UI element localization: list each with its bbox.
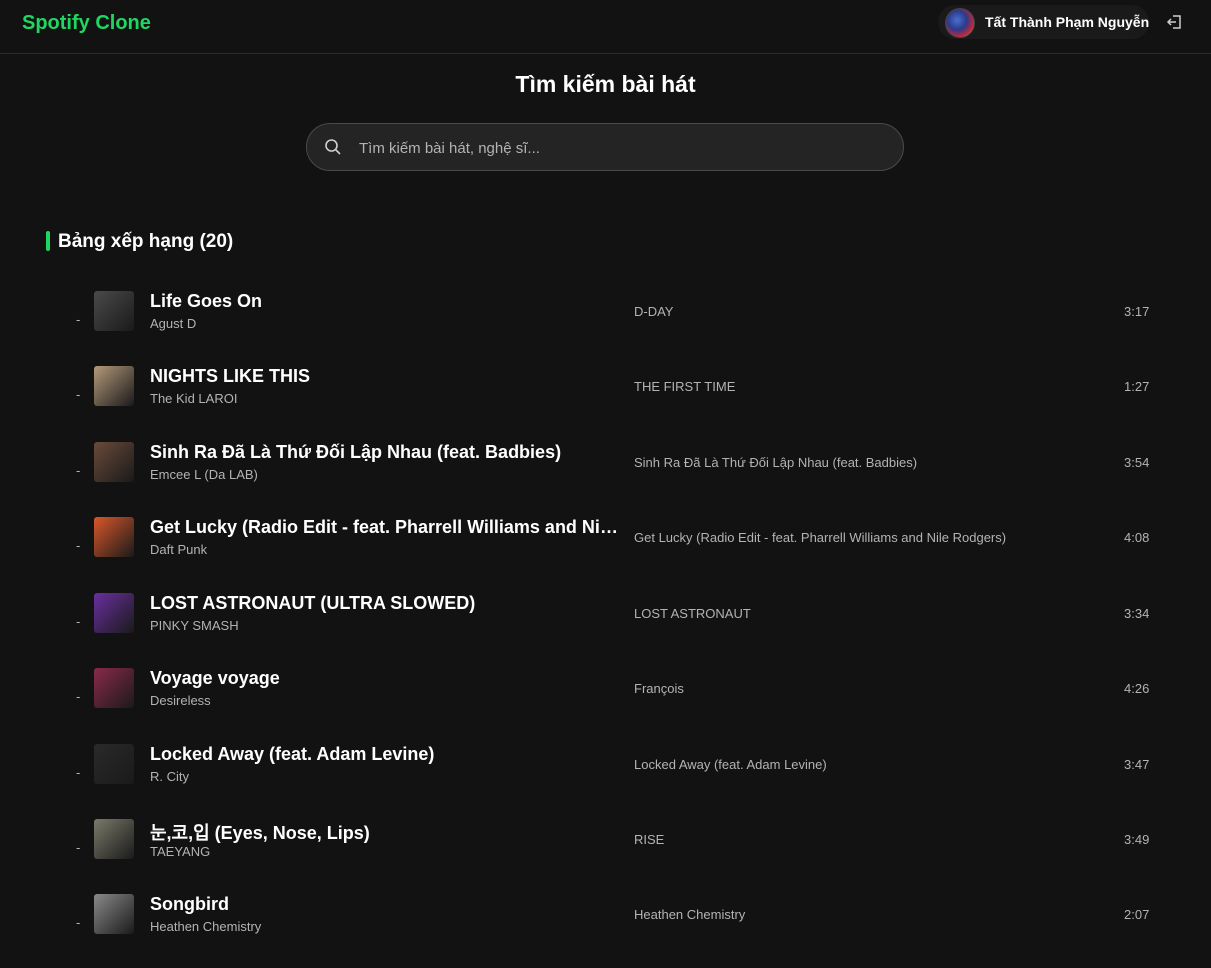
track-album: Get Lucky (Radio Edit - feat. Pharrell W…	[634, 530, 1007, 545]
track-title[interactable]: Locked Away (feat. Adam Levine)	[150, 744, 620, 765]
track-rank: -	[76, 689, 81, 704]
track-row[interactable]: - NIGHTS LIKE THIS The Kid LAROI THE FIRST …	[60, 365, 1170, 440]
track-rank: -	[76, 915, 81, 930]
track-title[interactable]: Songbird	[150, 894, 620, 915]
track-artist[interactable]: Agust D	[150, 316, 196, 331]
track-rank: -	[76, 765, 81, 780]
album-cover	[94, 442, 134, 482]
track-duration: 3:49	[1124, 832, 1150, 847]
track-title[interactable]: Get Lucky (Radio Edit - feat. Pharrell W…	[150, 517, 620, 538]
track-row[interactable]: - LOST ASTRONAUT (ULTRA SLOWED) PINKY SMAS…	[60, 592, 1170, 667]
track-artist[interactable]: PINKY SMASH	[150, 618, 239, 633]
track-artist[interactable]: TAEYANG	[150, 844, 210, 859]
track-title[interactable]: LOST ASTRONAUT (ULTRA SLOWED)	[150, 593, 620, 614]
track-album: Sinh Ra Đã Là Thứ Đối Lập Nhau (feat. Ba…	[634, 455, 918, 470]
brand-logo[interactable]: Spotify Clone	[22, 12, 151, 35]
track-title[interactable]: 눈,코,입 (Eyes, Nose, Lips)	[150, 819, 620, 845]
album-cover	[94, 819, 134, 859]
track-album: François	[634, 681, 684, 696]
track-rank: -	[76, 538, 81, 553]
track-duration: 3:54	[1124, 455, 1150, 470]
track-album: THE FIRST TIME	[634, 379, 736, 394]
track-row[interactable]: - Sinh Ra Đã Là Thứ Đối Lập Nhau (feat. B…	[60, 441, 1170, 516]
track-rank: -	[76, 840, 81, 855]
album-cover	[94, 593, 134, 633]
track-title[interactable]: Voyage voyage	[150, 668, 620, 689]
track-duration: 2:07	[1124, 907, 1150, 922]
track-duration: 3:47	[1124, 757, 1150, 772]
track-duration: 3:17	[1124, 304, 1150, 319]
section-title: Bảng xếp hạng (20)	[58, 231, 234, 252]
user-profile-chip[interactable]: Tất Thành Phạm Nguyễn	[938, 5, 1149, 39]
track-duration: 4:26	[1124, 681, 1150, 696]
track-artist[interactable]: The Kid LAROI	[150, 391, 237, 406]
track-artist[interactable]: Desireless	[150, 693, 211, 708]
track-rank: -	[76, 614, 81, 629]
track-row[interactable]: - Life Goes On Agust D D-DAY 3:17	[60, 290, 1170, 365]
album-cover	[94, 894, 134, 934]
user-avatar	[945, 8, 975, 38]
track-row[interactable]: - Voyage voyage Desireless François 4:26	[60, 667, 1170, 742]
track-duration: 3:34	[1124, 606, 1150, 621]
track-row[interactable]: - Songbird Heathen Chemistry Heathen Chemis…	[60, 893, 1170, 968]
album-cover	[94, 744, 134, 784]
track-rank: -	[76, 312, 81, 327]
user-name: Tất Thành Phạm Nguyễn	[985, 14, 1150, 30]
track-duration: 4:08	[1124, 530, 1150, 545]
track-album: D-DAY	[634, 304, 674, 319]
track-artist[interactable]: Daft Punk	[150, 542, 207, 557]
track-row[interactable]: - Locked Away (feat. Adam Levine) R. City L…	[60, 743, 1170, 818]
page-title: Tìm kiếm bài hát	[515, 71, 696, 97]
album-cover	[94, 668, 134, 708]
album-cover	[94, 291, 134, 331]
track-title[interactable]: NIGHTS LIKE THIS	[150, 366, 620, 387]
top-bar: Spotify Clone Tất Thành Phạm Nguyễn	[0, 0, 1211, 54]
track-artist[interactable]: Emcee L (Da LAB)	[150, 467, 258, 482]
section-accent-bar	[46, 231, 50, 251]
track-row[interactable]: - 눈,코,입 (Eyes, Nose, Lips) TAEYANG RISE 3:49	[60, 818, 1170, 893]
track-album: LOST ASTRONAUT	[634, 606, 751, 621]
track-album: Heathen Chemistry	[634, 907, 746, 922]
track-rank: -	[76, 463, 81, 478]
track-duration: 1:27	[1124, 379, 1150, 394]
track-row[interactable]: - Get Lucky (Radio Edit - feat. Pharrell …	[60, 516, 1170, 591]
track-album: Locked Away (feat. Adam Levine)	[634, 757, 827, 772]
track-title[interactable]: Life Goes On	[150, 291, 620, 312]
search-icon	[325, 139, 341, 155]
track-artist[interactable]: Heathen Chemistry	[150, 919, 261, 934]
album-cover	[94, 366, 134, 406]
track-title[interactable]: Sinh Ra Đã Là Thứ Đối Lập Nhau (feat. Ba…	[150, 442, 620, 463]
search-input[interactable]	[357, 124, 891, 172]
track-artist[interactable]: R. City	[150, 769, 189, 784]
logout-icon[interactable]	[1165, 12, 1185, 32]
search-bar[interactable]	[306, 123, 904, 172]
track-rank: -	[76, 387, 81, 402]
album-cover	[94, 517, 134, 557]
track-album: RISE	[634, 832, 665, 847]
